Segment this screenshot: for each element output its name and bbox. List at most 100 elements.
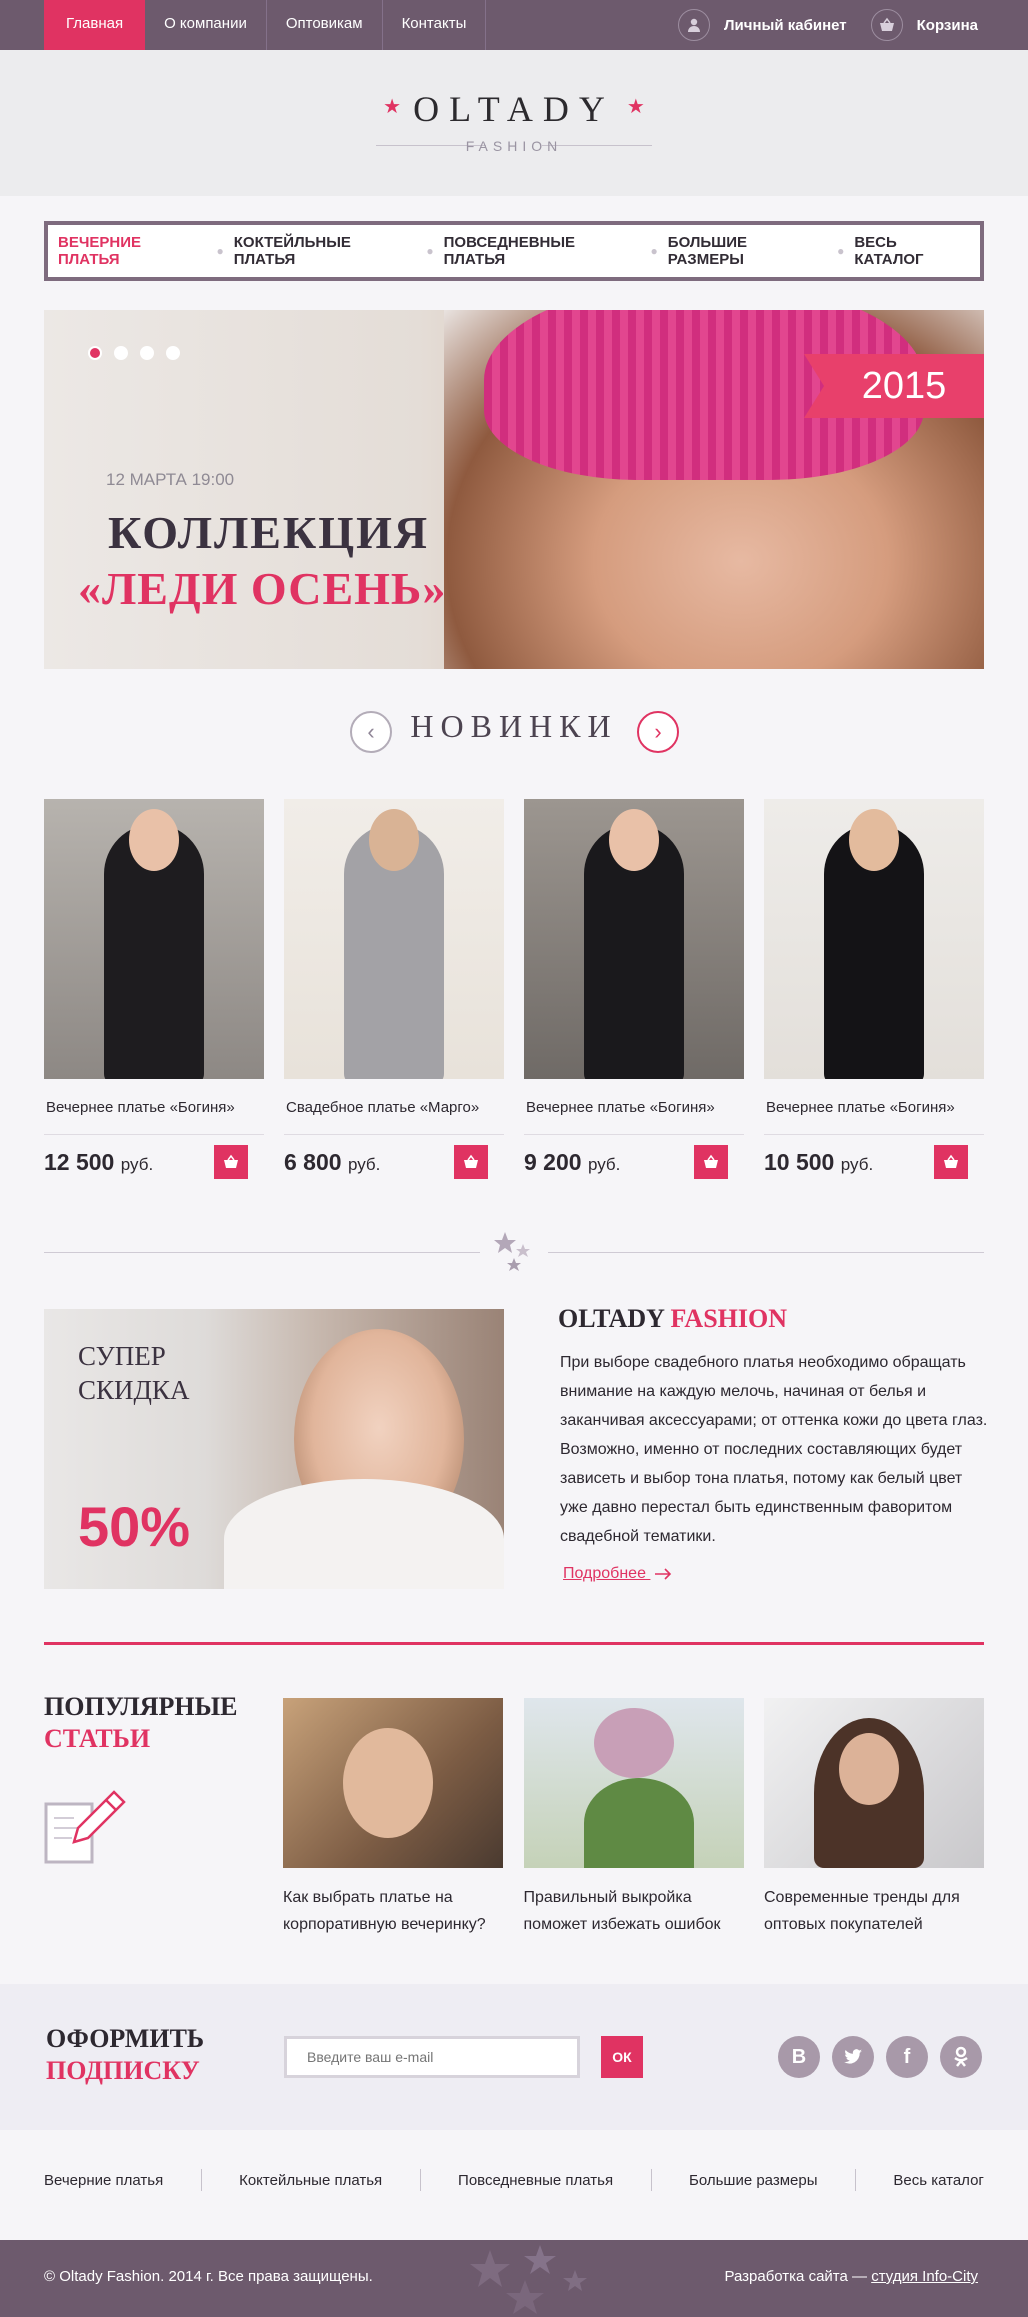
footer-link-cocktail[interactable]: Коктейльные платья bbox=[239, 2172, 382, 2189]
basket-icon[interactable] bbox=[870, 9, 903, 41]
add-to-cart-button[interactable] bbox=[214, 1145, 248, 1179]
about-text: При выборе свадебного платья необходимо … bbox=[560, 1354, 988, 1545]
add-to-cart-button[interactable] bbox=[934, 1145, 968, 1179]
social-links: B f bbox=[766, 2036, 982, 2078]
section-divider-accent bbox=[44, 1642, 984, 1645]
footer-link-evening[interactable]: Вечерние платья bbox=[44, 2172, 163, 2189]
footer-link-plus-size[interactable]: Большие размеры bbox=[689, 2172, 818, 2189]
about-title-brand: OLTADY bbox=[558, 1304, 664, 1333]
promo-photo-scarf bbox=[224, 1479, 504, 1589]
promo-title: СУПЕР СКИДКА bbox=[78, 1339, 189, 1407]
nav-bullet: ● bbox=[426, 244, 434, 258]
basket-icon bbox=[704, 1154, 718, 1168]
product-name[interactable]: Вечернее платье «Богиня» bbox=[764, 1099, 984, 1135]
top-nav: Главная О компании Оптовикам Контакты bbox=[44, 0, 487, 50]
price-value: 6 800 bbox=[284, 1148, 342, 1175]
account-link[interactable]: Личный кабинет bbox=[724, 17, 847, 34]
article-card[interactable]: Как выбрать платье на корпоративную вече… bbox=[283, 1698, 503, 1938]
subscribe-section: ОФОРМИТЬ ПОДПИСКУ ОК B f bbox=[0, 1984, 1028, 2130]
price-currency: руб. bbox=[840, 1154, 874, 1174]
news-title: НОВИНКИ bbox=[410, 708, 618, 744]
product-image[interactable] bbox=[764, 799, 984, 1079]
slider-dot[interactable] bbox=[88, 346, 102, 360]
subscribe-subtitle: ПОДПИСКУ bbox=[46, 2056, 200, 2085]
about-title: OLTADY FASHION bbox=[558, 1304, 787, 1334]
hero-title: КОЛЛЕКЦИЯ bbox=[108, 507, 430, 558]
logo-subtitle: FASHION bbox=[465, 138, 563, 154]
add-to-cart-button[interactable] bbox=[694, 1145, 728, 1179]
product-card[interactable]: Вечернее платье «Богиня» 10 500 руб. bbox=[764, 799, 984, 1179]
user-icon[interactable] bbox=[678, 9, 711, 41]
article-photo-leaves bbox=[583, 1778, 694, 1868]
odnoklassniki-icon[interactable] bbox=[940, 2036, 982, 2078]
product-name[interactable]: Вечернее платье «Богиня» bbox=[44, 1099, 264, 1135]
cat-evening[interactable]: ВЕЧЕРНИЕ ПЛАТЬЯ bbox=[48, 234, 217, 268]
promo-banner[interactable]: СУПЕР СКИДКА 50% bbox=[44, 1309, 504, 1589]
subscribe-button[interactable]: ОК bbox=[601, 2036, 643, 2078]
add-to-cart-button[interactable] bbox=[454, 1145, 488, 1179]
article-caption[interactable]: Как выбрать платье на корпоративную вече… bbox=[283, 1884, 503, 1938]
section-divider bbox=[44, 1252, 480, 1253]
topnav-wholesale[interactable]: Оптовикам bbox=[267, 0, 383, 50]
product-name[interactable]: Свадебное платье «Марго» bbox=[284, 1099, 504, 1135]
topnav-contacts[interactable]: Контакты bbox=[383, 0, 487, 50]
footer-separator bbox=[854, 2169, 856, 2191]
cat-all[interactable]: ВЕСЬ КАТАЛОГ bbox=[844, 234, 980, 268]
price-currency: руб. bbox=[587, 1154, 621, 1174]
product-image[interactable] bbox=[44, 799, 264, 1079]
more-link[interactable]: Подробнее bbox=[563, 1565, 672, 1583]
basket-icon bbox=[224, 1154, 238, 1168]
article-caption[interactable]: Современные тренды для оптовых покупател… bbox=[764, 1884, 984, 1938]
facebook-icon[interactable]: f bbox=[886, 2036, 928, 2078]
footer-nav: Вечерние платья Коктейльные платья Повсе… bbox=[44, 2160, 984, 2200]
price-value: 12 500 bbox=[44, 1148, 115, 1175]
product-name[interactable]: Вечернее платье «Богиня» bbox=[524, 1099, 744, 1135]
product-card[interactable]: Вечернее платье «Богиня» 9 200 руб. bbox=[524, 799, 744, 1179]
footer-link-casual[interactable]: Повседневные платья bbox=[458, 2172, 613, 2189]
slider-dot[interactable] bbox=[166, 346, 180, 360]
slider-dot[interactable] bbox=[140, 346, 154, 360]
slider-dots bbox=[88, 346, 192, 360]
product-card[interactable]: Свадебное платье «Марго» 6 800 руб. bbox=[284, 799, 504, 1179]
product-price: 10 500 руб. bbox=[764, 1149, 873, 1176]
cart-link[interactable]: Корзина bbox=[917, 17, 978, 34]
developer-prefix: Разработка сайта — bbox=[724, 2268, 868, 2285]
hero-slider[interactable]: 2015 12 МАРТА 19:00 КОЛЛЕКЦИЯ «ЛЕДИ ОСЕН… bbox=[44, 310, 984, 669]
basket-icon bbox=[944, 1154, 958, 1168]
logo[interactable]: ★ OLTADY ★ bbox=[0, 88, 1028, 130]
developer-link[interactable]: студия Info-City bbox=[871, 2268, 978, 2285]
topnav-about[interactable]: О компании bbox=[145, 0, 267, 50]
article-photo-face bbox=[839, 1733, 899, 1805]
twitter-glyph bbox=[844, 2049, 862, 2064]
nav-bullet: ● bbox=[837, 244, 845, 258]
product-image[interactable] bbox=[284, 799, 504, 1079]
slider-dot[interactable] bbox=[114, 346, 128, 360]
promo-percent: 50% bbox=[78, 1495, 191, 1558]
stars-icon bbox=[470, 2245, 587, 2314]
star-icon: ★ bbox=[626, 96, 645, 118]
cat-casual[interactable]: ПОВСЕДНЕВНЫЕ ПЛАТЬЯ bbox=[434, 234, 651, 268]
email-field[interactable] bbox=[284, 2036, 580, 2078]
product-price: 6 800 руб. bbox=[284, 1149, 380, 1176]
article-image[interactable] bbox=[523, 1698, 744, 1868]
article-card[interactable]: Современные тренды для оптовых покупател… bbox=[764, 1698, 984, 1938]
topnav-home[interactable]: Главная bbox=[44, 0, 146, 50]
cat-plus-size[interactable]: БОЛЬШИЕ РАЗМЕРЫ bbox=[658, 234, 837, 268]
twitter-icon[interactable] bbox=[832, 2036, 874, 2078]
footer-link-catalog[interactable]: Весь каталог bbox=[893, 2172, 984, 2189]
article-caption[interactable]: Правильный выкройка поможет избежать оши… bbox=[524, 1884, 744, 1938]
product-image[interactable] bbox=[524, 799, 744, 1079]
more-link-label: Подробнее bbox=[563, 1565, 646, 1582]
cat-cocktail[interactable]: КОКТЕЙЛЬНЫЕ ПЛАТЬЯ bbox=[224, 234, 427, 268]
year-ribbon: 2015 bbox=[804, 354, 984, 418]
nav-bullet: ● bbox=[650, 244, 658, 258]
next-arrow-button[interactable]: › bbox=[637, 711, 679, 753]
article-image[interactable] bbox=[764, 1698, 984, 1868]
about-title-accent: FASHION bbox=[670, 1304, 787, 1333]
price-value: 10 500 bbox=[764, 1148, 835, 1175]
article-image[interactable] bbox=[283, 1698, 503, 1868]
article-card[interactable]: Правильный выкройка поможет избежать оши… bbox=[523, 1698, 744, 1938]
footer-separator bbox=[419, 2169, 421, 2191]
vk-icon[interactable]: B bbox=[778, 2036, 820, 2078]
product-card[interactable]: Вечернее платье «Богиня» 12 500 руб. bbox=[44, 799, 264, 1179]
